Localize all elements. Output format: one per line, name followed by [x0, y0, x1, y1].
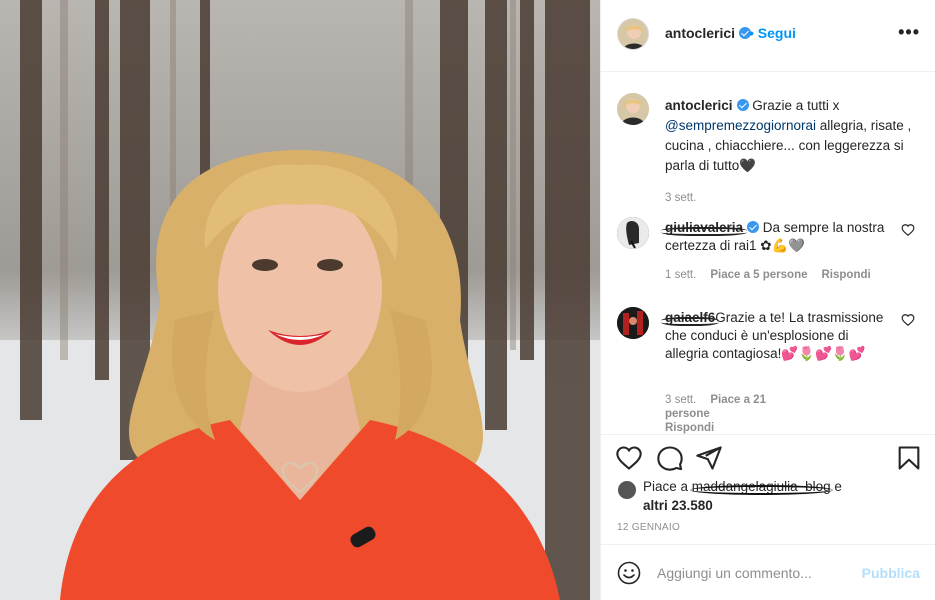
- comments-list[interactable]: antoclerici Grazie a tutti x @sempremezz…: [601, 73, 935, 435]
- likes-user-link[interactable]: maddangelagiulia_blog: [692, 479, 831, 494]
- comment-meta: 3 sett. Piace a 21 persone Rispondi: [665, 393, 825, 434]
- post-date[interactable]: 12 GENNAIO: [617, 522, 680, 533]
- comment-like-heart-icon[interactable]: [901, 313, 915, 327]
- heart-icon[interactable]: [615, 444, 643, 472]
- avatar[interactable]: [617, 93, 649, 125]
- avatar[interactable]: [617, 18, 649, 50]
- comment-input[interactable]: [657, 559, 857, 587]
- comment-text: gaiaelf6Grazie a te! La trasmissione che…: [665, 309, 885, 363]
- comment-like-heart-icon[interactable]: [901, 223, 915, 237]
- comment-icon[interactable]: [656, 444, 684, 472]
- avatar[interactable]: [617, 480, 637, 500]
- post-side-panel: antoclerici • Segui ••• antoclerici Graz…: [600, 0, 935, 600]
- caption-mention-link[interactable]: @sempremezzogiornorai: [665, 118, 816, 133]
- verified-icon: [736, 99, 749, 111]
- publish-button[interactable]: Pubblica: [862, 565, 920, 581]
- follow-button-label: Segui: [757, 25, 796, 41]
- comment-likes-count[interactable]: Piace a 5 persone: [710, 269, 807, 281]
- post-photo-illustration: [0, 0, 600, 600]
- avatar[interactable]: [617, 217, 649, 249]
- comment-time[interactable]: 3 sett.: [665, 394, 696, 406]
- likes-suffix: e: [830, 479, 842, 494]
- avatar[interactable]: [617, 307, 649, 339]
- add-comment-bar: Pubblica: [601, 544, 935, 600]
- caption-username[interactable]: antoclerici: [665, 98, 733, 113]
- comment-reply-button[interactable]: Rispondi: [665, 422, 714, 434]
- comment-meta: 1 sett. Piace a 5 persone Rispondi: [665, 269, 885, 281]
- comment-reply-button[interactable]: Rispondi: [822, 269, 871, 281]
- bookmark-icon[interactable]: [895, 444, 923, 472]
- verified-icon: [747, 221, 760, 233]
- emoji-icon[interactable]: [617, 561, 641, 585]
- post-photo[interactable]: [0, 0, 600, 600]
- likes-others-link[interactable]: altri 23.580: [643, 497, 713, 515]
- comment-time[interactable]: 1 sett.: [665, 269, 696, 281]
- likes-text: Piace a maddangelagiulia_blog e: [643, 478, 842, 496]
- comment-text: giuliavaleria Da sempre la nostra certez…: [665, 219, 885, 255]
- more-icon[interactable]: •••: [898, 22, 920, 43]
- caption-body: Grazie a tutti x: [752, 98, 840, 113]
- share-icon[interactable]: [695, 444, 723, 472]
- comment-username[interactable]: gaiaelf6: [665, 310, 715, 325]
- post-author-username[interactable]: antoclerici: [665, 25, 752, 41]
- caption-text: antoclerici Grazie a tutti x @sempremezz…: [665, 96, 917, 208]
- follow-button[interactable]: • Segui: [749, 25, 796, 41]
- likes-prefix: Piace a: [643, 479, 689, 494]
- caption-time[interactable]: 3 sett.: [665, 188, 917, 208]
- post-header: antoclerici • Segui •••: [601, 0, 935, 72]
- comment-username[interactable]: giuliavaleria: [665, 220, 743, 235]
- post-author-username-text: antoclerici: [665, 25, 736, 41]
